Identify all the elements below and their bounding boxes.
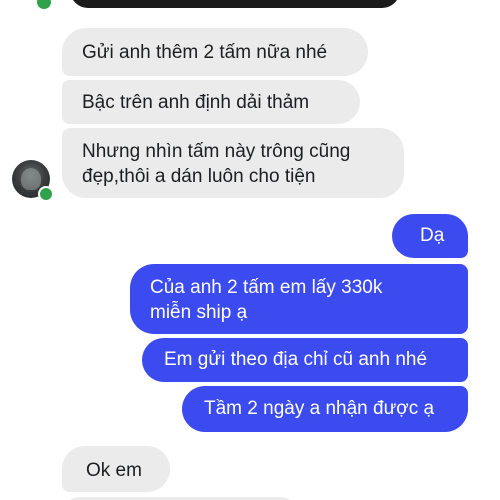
online-status-icon	[34, 0, 54, 12]
outgoing-message-3[interactable]: Em gửi theo địa chỉ cũ anh nhé	[142, 338, 468, 382]
incoming-message-4[interactable]: Ok em	[62, 446, 170, 492]
incoming-message-2[interactable]: Bậc trên anh định dải thảm	[62, 80, 360, 124]
message-thread: Gửi anh thêm 2 tấm nữa nhé Bậc trên anh …	[0, 0, 500, 500]
contact-avatar[interactable]	[12, 160, 54, 202]
online-status-icon	[38, 186, 54, 202]
outgoing-message-2[interactable]: Của anh 2 tấm em lấy 330k miễn ship ạ	[130, 264, 468, 334]
incoming-message-1[interactable]: Gửi anh thêm 2 tấm nữa nhé	[62, 28, 368, 76]
avatar-silhouette	[21, 168, 41, 190]
image-attachment[interactable]	[70, 0, 400, 8]
outgoing-message-4[interactable]: Tầm 2 ngày a nhận được ạ	[182, 386, 468, 432]
incoming-message-3[interactable]: Nhưng nhìn tấm này trông cũng đẹp,thôi a…	[62, 128, 404, 198]
outgoing-message-1[interactable]: Dạ	[392, 214, 468, 258]
